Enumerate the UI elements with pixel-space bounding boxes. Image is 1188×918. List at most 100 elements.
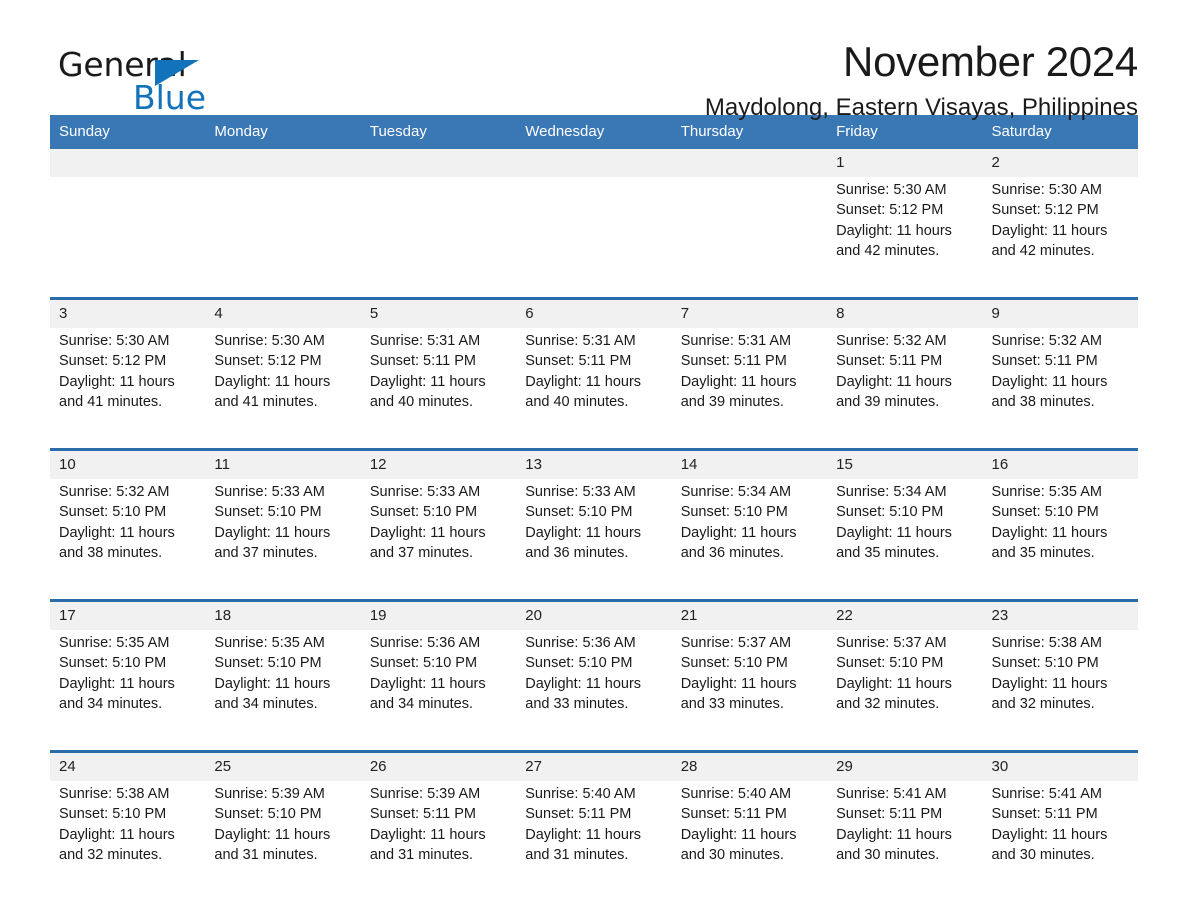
calendar-page: General Blue November 2024 Maydolong, Ea… [0, 0, 1188, 918]
day-cell[interactable]: Sunrise: 5:35 AM Sunset: 5:10 PM Daylight:… [982, 479, 1138, 601]
day-number[interactable]: 18 [205, 599, 361, 630]
day-cell[interactable]: Sunrise: 5:38 AM Sunset: 5:10 PM Daylight:… [50, 781, 206, 901]
day-cell[interactable]: Sunrise: 5:34 AM Sunset: 5:10 PM Daylight:… [827, 479, 983, 601]
sunset-text: Sunset: 5:10 PM [836, 504, 944, 521]
day-cell[interactable]: Sunrise: 5:32 AM Sunset: 5:11 PM Daylight:… [827, 328, 983, 450]
sunset-text: Sunset: 5:11 PM [680, 806, 787, 823]
daylight-text-line1: Daylight: 11 hours [836, 826, 952, 843]
day-number[interactable]: 20 [516, 599, 672, 630]
day-cell[interactable]: Sunrise: 5:37 AM Sunset: 5:10 PM Daylight:… [827, 630, 983, 752]
sunrise-text: Sunrise: 5:30 AM [991, 182, 1102, 198]
weekday-header-monday: Monday [205, 115, 361, 149]
day-cell[interactable]: Sunrise: 5:36 AM Sunset: 5:10 PM Daylight:… [360, 630, 517, 752]
empty-day-number [516, 149, 672, 177]
daylight-text-line1: Daylight: 11 hours [369, 373, 486, 390]
sunset-text: Sunset: 5:11 PM [369, 806, 476, 823]
day-number[interactable]: 23 [982, 599, 1138, 630]
day-number[interactable]: 16 [982, 448, 1138, 479]
day-cell[interactable]: Sunrise: 5:34 AM Sunset: 5:10 PM Daylight:… [671, 479, 828, 601]
day-number[interactable]: 15 [827, 448, 983, 479]
day-number[interactable]: 6 [516, 297, 672, 328]
day-number[interactable]: 11 [205, 448, 361, 479]
day-number[interactable]: 27 [516, 750, 672, 781]
day-number[interactable]: 24 [50, 750, 206, 781]
daylight-text-line1: Daylight: 11 hours [525, 373, 642, 390]
daylight-text-line2: and 32 minutes. [59, 846, 163, 863]
sunset-text: Sunset: 5:10 PM [214, 806, 322, 823]
daylight-text-line2: and 42 minutes. [991, 242, 1095, 259]
day-number[interactable]: 14 [671, 448, 828, 479]
empty-day-cell [516, 177, 672, 299]
daylight-text-line1: Daylight: 11 hours [680, 524, 797, 541]
daylight-text-line1: Daylight: 11 hours [214, 524, 331, 541]
sunrise-text: Sunrise: 5:30 AM [214, 333, 325, 349]
day-number[interactable]: 9 [982, 297, 1138, 328]
day-cell[interactable]: Sunrise: 5:39 AM Sunset: 5:10 PM Daylight:… [205, 781, 361, 901]
daylight-text-line1: Daylight: 11 hours [59, 675, 175, 692]
day-cell[interactable]: Sunrise: 5:35 AM Sunset: 5:10 PM Daylight:… [50, 630, 206, 752]
day-cell[interactable]: Sunrise: 5:30 AM Sunset: 5:12 PM Daylight:… [50, 328, 206, 450]
day-cell[interactable]: Sunrise: 5:30 AM Sunset: 5:12 PM Daylight:… [827, 177, 983, 299]
daylight-text-line2: and 37 minutes. [369, 544, 474, 561]
day-cell[interactable]: Sunrise: 5:41 AM Sunset: 5:11 PM Daylight:… [982, 781, 1138, 901]
daylight-text-line2: and 31 minutes. [369, 846, 474, 863]
day-cell[interactable]: Sunrise: 5:30 AM Sunset: 5:12 PM Daylight:… [982, 177, 1138, 299]
empty-day-number [671, 149, 828, 177]
daylight-text-line2: and 30 minutes. [836, 846, 940, 863]
daylight-text-line1: Daylight: 11 hours [991, 373, 1108, 390]
daylight-text-line1: Daylight: 11 hours [991, 675, 1108, 692]
day-number[interactable]: 1 [827, 149, 983, 177]
day-cell[interactable]: Sunrise: 5:32 AM Sunset: 5:10 PM Daylight:… [50, 479, 206, 601]
day-cell[interactable]: Sunrise: 5:40 AM Sunset: 5:11 PM Daylight:… [671, 781, 828, 901]
day-cell[interactable]: Sunrise: 5:33 AM Sunset: 5:10 PM Daylight:… [360, 479, 517, 601]
day-number[interactable]: 8 [827, 297, 983, 328]
day-number[interactable]: 4 [205, 297, 361, 328]
empty-day-cell [205, 177, 361, 299]
sunrise-text: Sunrise: 5:40 AM [680, 786, 792, 802]
day-cell[interactable]: Sunrise: 5:31 AM Sunset: 5:11 PM Daylight:… [671, 328, 828, 450]
day-number[interactable]: 25 [205, 750, 361, 781]
day-cell[interactable]: Sunrise: 5:41 AM Sunset: 5:11 PM Daylight:… [827, 781, 983, 901]
day-cell[interactable]: Sunrise: 5:36 AM Sunset: 5:10 PM Daylight:… [516, 630, 672, 752]
day-number[interactable]: 19 [360, 599, 517, 630]
day-number[interactable]: 13 [516, 448, 672, 479]
day-cell[interactable]: Sunrise: 5:32 AM Sunset: 5:11 PM Daylight:… [982, 328, 1138, 450]
day-cell[interactable]: Sunrise: 5:31 AM Sunset: 5:11 PM Daylight:… [516, 328, 672, 450]
sunset-text: Sunset: 5:10 PM [59, 655, 167, 672]
day-number[interactable]: 22 [827, 599, 983, 630]
day-cell[interactable]: Sunrise: 5:39 AM Sunset: 5:11 PM Daylight:… [360, 781, 517, 901]
daylight-text-line1: Daylight: 11 hours [214, 373, 331, 390]
day-number[interactable]: 5 [360, 297, 517, 328]
day-number[interactable]: 12 [360, 448, 517, 479]
daylight-text-line1: Daylight: 11 hours [214, 675, 331, 692]
daylight-text-line2: and 39 minutes. [836, 393, 940, 410]
day-number[interactable]: 29 [827, 750, 983, 781]
day-number[interactable]: 10 [50, 448, 206, 479]
general-blue-logo[interactable]: General Blue [58, 48, 358, 118]
sunrise-text: Sunrise: 5:35 AM [991, 484, 1102, 500]
day-number[interactable]: 7 [671, 297, 828, 328]
week-info-row: Sunrise: 5:30 AM Sunset: 5:12 PM Daylight:… [50, 177, 1138, 299]
day-cell[interactable]: Sunrise: 5:38 AM Sunset: 5:10 PM Daylight:… [982, 630, 1138, 752]
day-number[interactable]: 28 [671, 750, 828, 781]
daylight-text-line1: Daylight: 11 hours [680, 373, 797, 390]
day-cell[interactable]: Sunrise: 5:30 AM Sunset: 5:12 PM Daylight:… [205, 328, 361, 450]
day-number[interactable]: 30 [982, 750, 1138, 781]
day-number[interactable]: 2 [982, 149, 1138, 177]
day-cell[interactable]: Sunrise: 5:31 AM Sunset: 5:11 PM Daylight:… [360, 328, 517, 450]
day-number[interactable]: 21 [671, 599, 828, 630]
day-cell[interactable]: Sunrise: 5:33 AM Sunset: 5:10 PM Daylight:… [205, 479, 361, 601]
day-number[interactable]: 17 [50, 599, 206, 630]
day-cell[interactable]: Sunrise: 5:35 AM Sunset: 5:10 PM Daylight:… [205, 630, 361, 752]
day-cell[interactable]: Sunrise: 5:33 AM Sunset: 5:10 PM Daylight:… [516, 479, 672, 601]
sunset-text: Sunset: 5:10 PM [214, 655, 322, 672]
day-number[interactable]: 26 [360, 750, 517, 781]
daylight-text-line2: and 38 minutes. [59, 544, 163, 561]
page-title: November 2024 [843, 38, 1138, 85]
daylight-text-line1: Daylight: 11 hours [680, 675, 797, 692]
logo-text-blue: Blue [133, 78, 207, 117]
day-cell[interactable]: Sunrise: 5:40 AM Sunset: 5:11 PM Daylight:… [516, 781, 672, 901]
day-cell[interactable]: Sunrise: 5:37 AM Sunset: 5:10 PM Daylight:… [671, 630, 828, 752]
calendar-table: Sunday Monday Tuesday Wednesday Thursday… [50, 115, 1138, 901]
day-number[interactable]: 3 [50, 297, 206, 328]
